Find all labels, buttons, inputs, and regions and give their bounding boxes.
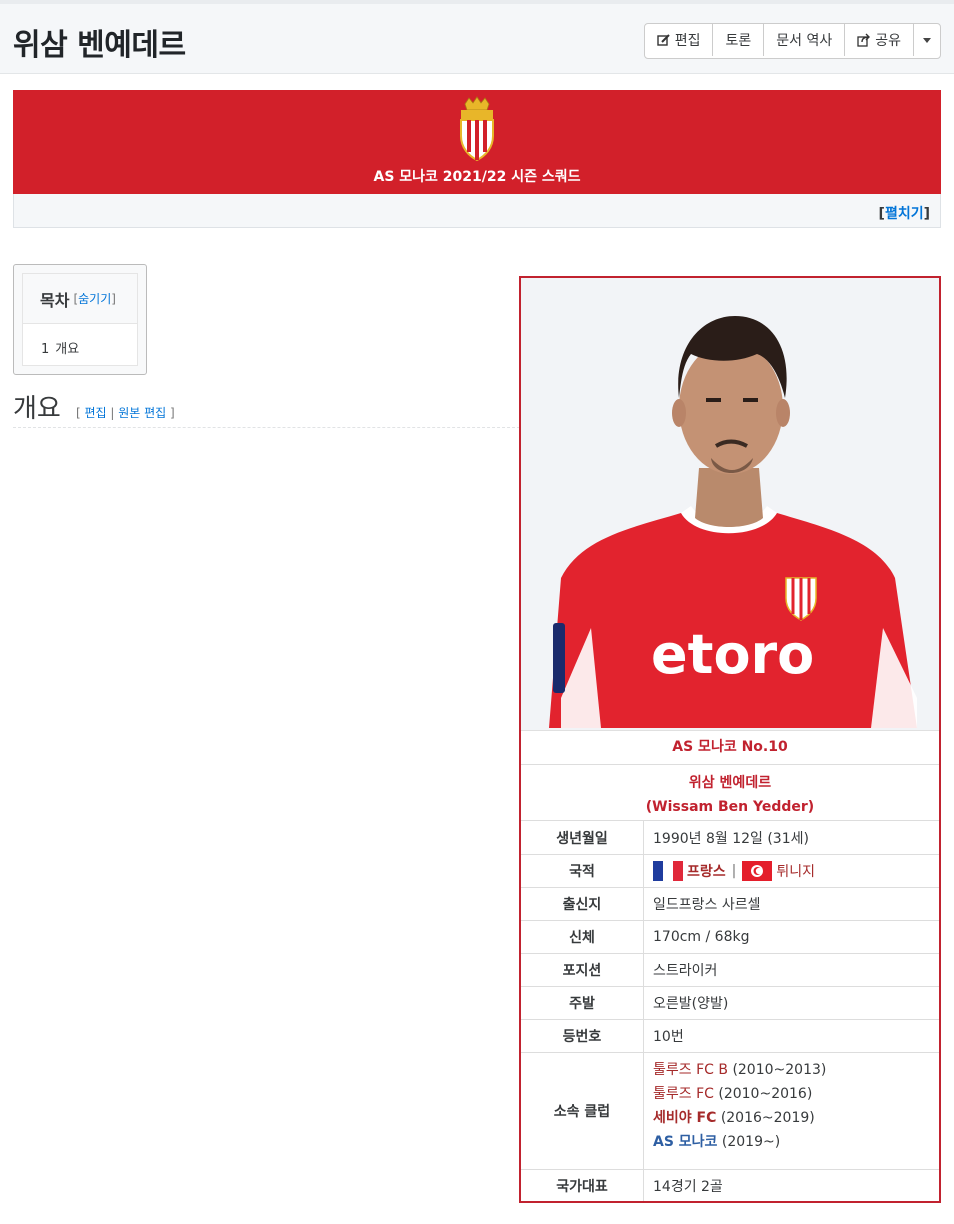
navbox-toggle[interactable]: [펼치기] xyxy=(879,203,930,223)
player-infobox: etoro AS 모나코 No.10 위삼 벤예데르 (Wissam Ben Y… xyxy=(519,276,941,1203)
discuss-button-label: 토론 xyxy=(725,33,752,49)
foot-row: 주발 오른발(양발) xyxy=(521,987,939,1020)
foot-label: 주발 xyxy=(521,987,644,1019)
club-toulouse-link[interactable]: 툴루즈 FC xyxy=(653,1086,714,1102)
nationality-row: 국적 프랑스 | 튀니지 xyxy=(521,855,939,888)
as-monaco-crest-icon xyxy=(460,96,494,162)
club-toulouse-b-link[interactable]: 툴루즈 FC B xyxy=(653,1062,728,1078)
foot-value: 오른발(양발) xyxy=(653,996,729,1012)
squad-navbox: AS 모나코 2021/22 시즌 스쿼드 [펼치기] xyxy=(13,90,941,228)
svg-text:etoro: etoro xyxy=(651,623,814,686)
toc-hide-link[interactable]: 숨기기 xyxy=(78,292,111,306)
national-team-value: 14경기 2골 xyxy=(653,1178,723,1195)
france-flag-icon xyxy=(653,861,683,881)
tunisia-flag-icon xyxy=(742,861,773,881)
toc-title: 목차 xyxy=(40,290,70,310)
page-header: 위삼 벤예데르 편집 토론 문서 역사 공유 xyxy=(0,0,954,74)
toc-item-label[interactable]: 개요 xyxy=(55,342,79,357)
chevron-down-icon xyxy=(923,37,931,43)
player-portrait-image: etoro xyxy=(549,316,917,728)
club-years: (2019~) xyxy=(721,1134,781,1150)
club-years: (2010~2016) xyxy=(718,1086,813,1102)
edit-icon xyxy=(657,34,670,46)
birth-row: 생년월일 1990년 8월 12일 (31세) xyxy=(521,821,939,855)
section-raw-edit-link[interactable]: 원본 편집 xyxy=(118,406,166,420)
toc-hide-toggle[interactable]: [숨기기] xyxy=(73,290,116,307)
page-title: 위삼 벤예데르 xyxy=(13,28,186,63)
section-title: 개요 xyxy=(13,394,61,424)
birth-label: 생년월일 xyxy=(521,821,644,854)
club-item: AS 모나코 (2019~) xyxy=(653,1130,826,1154)
position-row: 포지션 스트라이커 xyxy=(521,954,939,987)
club-monaco-link[interactable]: AS 모나코 xyxy=(653,1134,717,1150)
discuss-button[interactable]: 토론 xyxy=(713,24,765,56)
national-team-label: 국가대표 xyxy=(521,1170,644,1201)
section-edit-link[interactable]: 편집 xyxy=(84,406,106,420)
history-button-label: 문서 역사 xyxy=(776,33,833,49)
number-row: 등번호 10번 xyxy=(521,1020,939,1053)
clubs-label: 소속 클럽 xyxy=(521,1053,644,1169)
position-label: 포지션 xyxy=(521,954,644,986)
nationality-label: 국적 xyxy=(521,855,644,887)
clubs-list: 툴루즈 FC B (2010~2013) 툴루즈 FC (2010~2016) … xyxy=(653,1058,826,1154)
birthplace-label: 출신지 xyxy=(521,888,644,920)
body-label: 신체 xyxy=(521,921,644,953)
number-value: 10번 xyxy=(653,1029,684,1045)
navbox-toggle-link[interactable]: 펼치기 xyxy=(885,206,924,222)
edit-button-label: 편집 xyxy=(674,33,701,49)
nationality-separator: | xyxy=(731,863,737,879)
team-number-row: AS 모나코 No.10 xyxy=(521,730,939,765)
birthplace-value-link[interactable]: 일드프랑스 사르셀 xyxy=(653,888,761,920)
player-name-row: 위삼 벤예데르 (Wissam Ben Yedder) xyxy=(521,765,939,821)
birthplace-row: 출신지 일드프랑스 사르셀 xyxy=(521,888,939,921)
club-years: (2010~2013) xyxy=(732,1062,827,1078)
share-button-label: 공유 xyxy=(875,33,901,49)
player-photo: etoro xyxy=(521,278,939,731)
club-item: 툴루즈 FC (2010~2016) xyxy=(653,1082,826,1106)
number-label: 등번호 xyxy=(521,1020,644,1052)
toc-item-number: 1 xyxy=(41,342,50,357)
section-heading: 개요 [ 편집 | 원본 편집 ] xyxy=(13,388,520,428)
navbox-title: AS 모나코 2021/22 시즌 스쿼드 xyxy=(373,169,581,185)
nationality-tunisia-link[interactable]: 튀니지 xyxy=(776,861,815,881)
navbox-header: AS 모나코 2021/22 시즌 스쿼드 xyxy=(13,90,941,194)
toc-header: 목차 [숨기기] xyxy=(23,274,137,324)
birth-value: 1990년 8월 12일 (31세) xyxy=(653,830,809,847)
clubs-row: 소속 클럽 툴루즈 FC B (2010~2013) 툴루즈 FC (2010~… xyxy=(521,1053,939,1170)
toc-box: 목차 [숨기기] 1 개요 xyxy=(22,273,138,366)
club-years: (2016~2019) xyxy=(720,1110,815,1126)
body-row: 신체 170cm / 68kg xyxy=(521,921,939,954)
nationality-value: 프랑스 | 튀니지 xyxy=(653,855,815,887)
share-icon xyxy=(857,33,871,47)
edit-button[interactable]: 편집 xyxy=(645,24,714,56)
national-team-row: 국가대표 14경기 2골 xyxy=(521,1170,939,1201)
article-toolbar: 편집 토론 문서 역사 공유 xyxy=(643,23,941,59)
toc-item[interactable]: 1 개요 xyxy=(23,324,137,357)
clubs-value: 툴루즈 FC B (2010~2013) 툴루즈 FC (2010~2016) … xyxy=(653,1053,826,1169)
player-name-en: (Wissam Ben Yedder) xyxy=(645,799,815,815)
section-edit-links: [ 편집 | 원본 편집 ] xyxy=(75,406,175,420)
club-item: 세비야 FC (2016~2019) xyxy=(653,1106,826,1130)
history-button[interactable]: 문서 역사 xyxy=(764,24,846,56)
more-dropdown-button[interactable] xyxy=(914,24,940,56)
nationality-france-link[interactable]: 프랑스 xyxy=(687,861,726,881)
team-number: AS 모나코 No.10 xyxy=(672,739,788,755)
body-value: 170cm / 68kg xyxy=(653,929,750,945)
club-sevilla-link[interactable]: 세비야 FC xyxy=(653,1110,716,1126)
position-value-link[interactable]: 스트라이커 xyxy=(653,954,717,986)
table-of-contents: 목차 [숨기기] 1 개요 xyxy=(13,264,147,375)
club-item: 툴루즈 FC B (2010~2013) xyxy=(653,1058,826,1082)
player-name-ko: 위삼 벤예데르 xyxy=(688,775,772,791)
share-button[interactable]: 공유 xyxy=(845,24,914,56)
